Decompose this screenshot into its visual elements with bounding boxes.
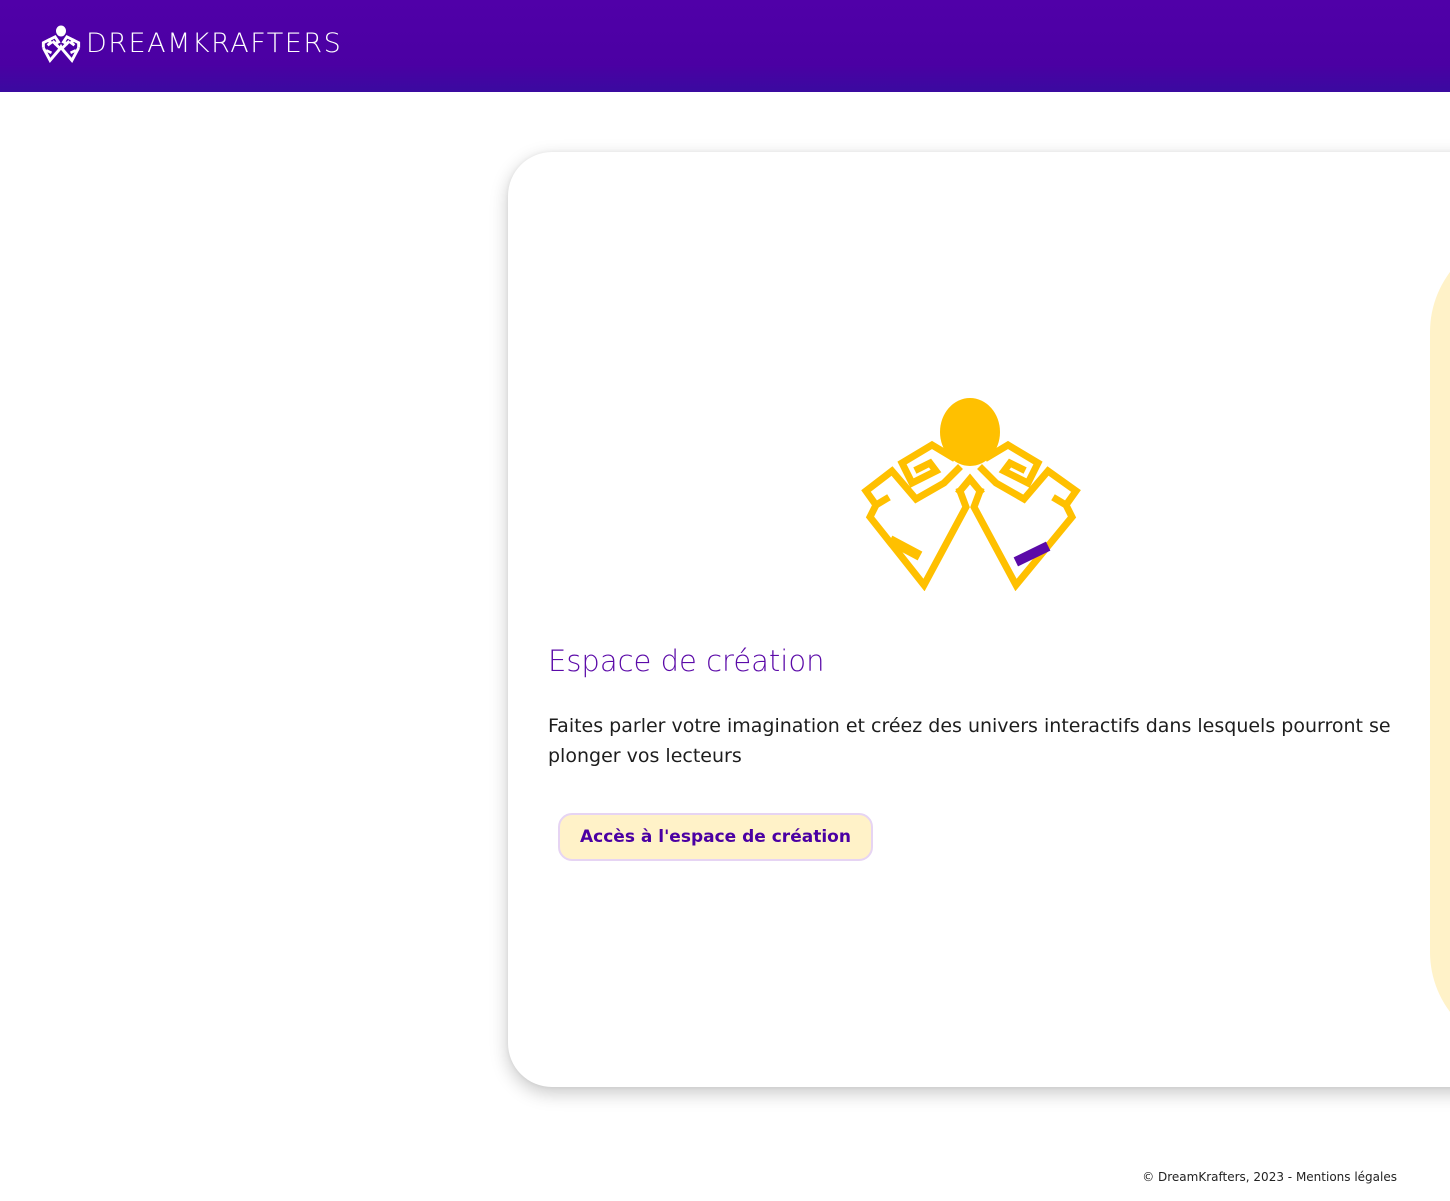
- footer: © DreamKrafters, 2023 - Mentions légales: [1142, 1169, 1397, 1185]
- access-creation-space-button[interactable]: Accès à l'espace de création: [558, 813, 873, 861]
- next-card-peek: [1430, 232, 1450, 1052]
- brand-home-link[interactable]: DREAMKRAFTERS: [40, 24, 342, 64]
- card-description: Faites parler votre imagination et créez…: [548, 715, 1391, 767]
- creation-space-card: Espace de création Faites parler votre i…: [508, 152, 1450, 1087]
- octopus-mascot-icon: [861, 398, 1081, 591]
- footer-copyright: © DreamKrafters, 2023 -: [1142, 1170, 1296, 1184]
- octopus-logo-icon: [41, 25, 81, 63]
- legal-notice-link[interactable]: Mentions légales: [1296, 1170, 1397, 1184]
- top-header: DREAMKRAFTERS: [0, 0, 1450, 92]
- brand-name: DREAMKRAFTERS: [86, 28, 343, 59]
- card-title: Espace de création: [548, 644, 825, 678]
